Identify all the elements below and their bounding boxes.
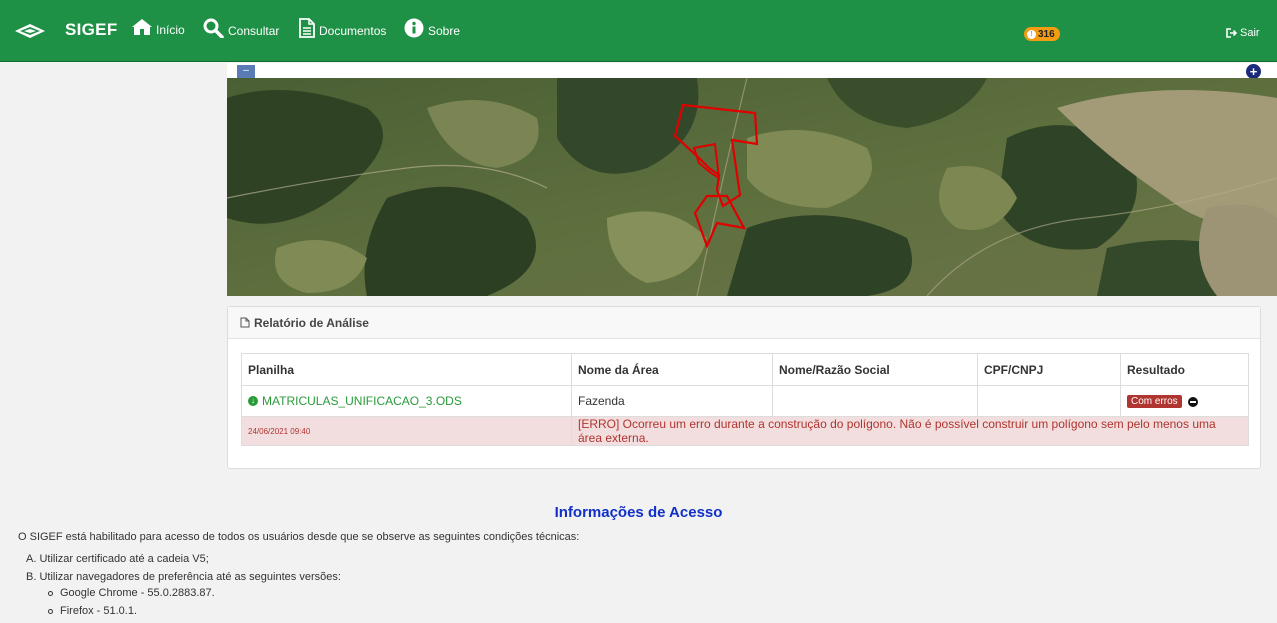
- cell-file: ↓ MATRICULAS_UNIFICACAO_3.ODS: [241, 385, 572, 417]
- cell-cpf-cnpj: [977, 385, 1121, 417]
- document-icon: [299, 18, 315, 38]
- table-row: ↓ MATRICULAS_UNIFICACAO_3.ODS Fazenda Co…: [241, 385, 1249, 417]
- sigef-logo-icon[interactable]: [13, 22, 47, 40]
- file-name: MATRICULAS_UNIFICACAO_3.ODS: [262, 394, 462, 408]
- brand-name[interactable]: SIGEF: [65, 20, 118, 40]
- satellite-map[interactable]: [227, 78, 1277, 296]
- cell-owner: [772, 385, 978, 417]
- cell-area-name: Fazenda: [571, 385, 773, 417]
- logout-label: Sair: [1240, 27, 1260, 39]
- panel-title: Relatório de Análise: [254, 315, 369, 330]
- nav-sobre-label: Sobre: [428, 24, 461, 38]
- error-message: [ERRO] Ocorreu um erro durante a constru…: [571, 416, 1249, 446]
- file-icon: [240, 317, 250, 328]
- search-icon: [203, 18, 224, 38]
- access-info-intro: O SIGEF está habilitado para acesso de t…: [18, 531, 580, 543]
- nav-documentos[interactable]: Documentos: [298, 18, 386, 38]
- sign-out-icon: [1226, 28, 1238, 38]
- info-icon: [404, 18, 424, 38]
- notification-badge[interactable]: ! 316: [1024, 27, 1060, 41]
- col-cpf-cnpj: CPF/CNPJ: [977, 353, 1121, 386]
- remove-icon[interactable]: [1188, 396, 1199, 407]
- bullet-icon: [48, 609, 53, 614]
- browser-item: Google Chrome - 55.0.2883.87.: [48, 587, 215, 605]
- map-toolbar: – +: [227, 63, 1277, 79]
- panel-header: Relatório de Análise: [228, 307, 1260, 339]
- collapse-map-button[interactable]: –: [237, 65, 255, 78]
- error-row: 24/06/2021 09:40 [ERRO] Ocorreu um erro …: [241, 416, 1249, 446]
- expand-map-button[interactable]: +: [1246, 64, 1261, 79]
- requirement-item: A. Utilizar certificado até a cadeia V5;: [26, 553, 209, 565]
- browser-item: Firefox - 51.0.1.: [48, 605, 215, 623]
- notification-count: 316: [1038, 28, 1055, 40]
- col-nome-razao-social: Nome/Razão Social: [772, 353, 978, 386]
- report-table: Planilha Nome da Área Nome/Razão Social …: [241, 353, 1249, 446]
- home-icon: [132, 19, 152, 35]
- browser-list: Google Chrome - 55.0.2883.87. Firefox - …: [48, 587, 215, 623]
- col-resultado: Resultado: [1120, 353, 1249, 386]
- nav-documentos-label: Documentos: [319, 24, 387, 38]
- analysis-report-panel: Relatório de Análise Planilha Nome da Ár…: [227, 306, 1261, 469]
- alert-icon: !: [1027, 29, 1036, 39]
- download-icon: ↓: [248, 396, 258, 406]
- top-navbar: SIGEF Início Consultar Documentos Sobre: [0, 0, 1277, 62]
- requirements-list: A. Utilizar certificado até a cadeia V5;…: [26, 553, 341, 589]
- nav-inicio-label: Início: [156, 23, 185, 37]
- logout-button[interactable]: Sair: [1226, 27, 1260, 39]
- cell-result: Com erros: [1120, 385, 1249, 417]
- bullet-icon: [48, 591, 53, 596]
- access-info-title: Informações de Acesso: [554, 504, 723, 521]
- col-planilha: Planilha: [241, 353, 572, 386]
- nav-sobre[interactable]: Sobre: [404, 18, 460, 38]
- browser-item-label: Google Chrome - 55.0.2883.87.: [60, 587, 215, 599]
- error-timestamp: 24/06/2021 09:40: [241, 416, 572, 446]
- browser-item-label: Firefox - 51.0.1.: [60, 605, 138, 617]
- nav-inicio[interactable]: Início: [131, 18, 185, 37]
- nav-consultar-label: Consultar: [228, 24, 280, 38]
- file-download-link[interactable]: ↓ MATRICULAS_UNIFICACAO_3.ODS: [248, 394, 565, 408]
- status-badge[interactable]: Com erros: [1127, 395, 1182, 409]
- col-nome-area: Nome da Área: [571, 353, 773, 386]
- table-header-row: Planilha Nome da Área Nome/Razão Social …: [241, 353, 1249, 386]
- nav-consultar[interactable]: Consultar: [203, 18, 279, 38]
- map-view: – +: [227, 63, 1277, 296]
